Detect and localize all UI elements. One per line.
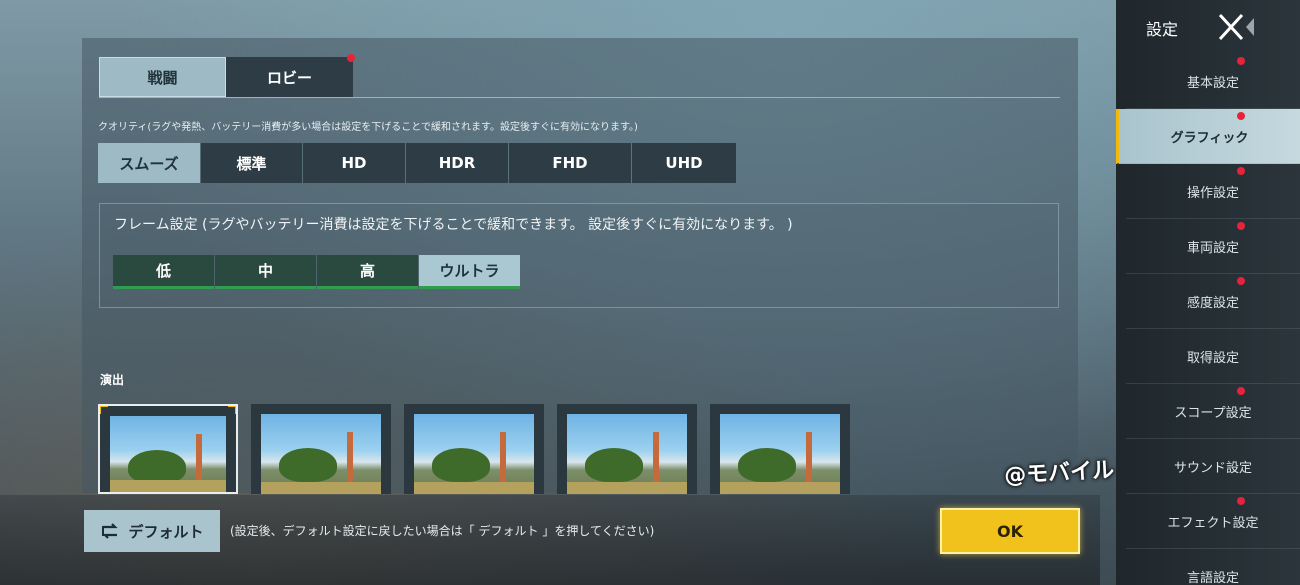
effects-thumbnails <box>98 404 863 494</box>
sidebar-item-label: スコープ設定 <box>1174 405 1252 421</box>
frame-settings: フレーム設定 (ラグやバッテリー消費は設定を下げることで緩和できます。 設定後す… <box>99 203 1059 308</box>
selection-corner <box>100 406 108 414</box>
quality-option-standard[interactable]: 標準 <box>201 143 302 183</box>
tab-lobby[interactable]: ロビー <box>226 54 355 97</box>
selection-corner <box>228 406 236 414</box>
close-icon[interactable] <box>1216 12 1256 42</box>
notification-dot <box>1237 167 1245 175</box>
sidebar-item-label: 操作設定 <box>1186 185 1239 201</box>
scene-preview-image <box>720 414 840 494</box>
sidebar-title: 設定 <box>1146 20 1179 39</box>
notification-dot <box>1237 222 1245 230</box>
quality-option-hd[interactable]: HD <box>303 143 405 183</box>
notification-dot <box>1237 112 1245 120</box>
sidebar-item-label: 基本設定 <box>1186 75 1239 91</box>
sidebar-item-pickup[interactable]: 取得設定 <box>1126 329 1300 384</box>
default-note: (設定後、デフォルト設定に戻したい場合は「 デフォルト 」を押してください) <box>230 524 655 538</box>
effects-label: 演出 <box>100 373 125 387</box>
mode-tabs: 戦闘 ロビー <box>99 54 355 97</box>
notification-dot <box>1237 57 1245 65</box>
default-button-label: デフォルト <box>128 522 204 541</box>
sidebar-item-effects[interactable]: エフェクト設定 <box>1126 494 1300 549</box>
scene-preview-image <box>567 414 687 494</box>
effect-thumbnail-1[interactable] <box>98 404 238 494</box>
notification-dot <box>1237 387 1245 395</box>
frame-option-low[interactable]: 低 <box>113 255 214 289</box>
tab-lobby-label: ロビー <box>266 68 312 87</box>
sidebar-item-label: 取得設定 <box>1186 350 1239 366</box>
quality-options: スムーズ 標準 HD HDR FHD UHD <box>98 143 737 183</box>
quality-note: クオリティ(ラグや発熱、バッテリー消費が多い場合は設定を下げることで緩和されます… <box>98 122 638 133</box>
sidebar-item-label: 感度設定 <box>1186 295 1239 311</box>
sidebar-item-label: サウンド設定 <box>1173 460 1252 476</box>
sidebar-item-sound[interactable]: サウンド設定 <box>1126 439 1300 494</box>
notification-dot <box>347 54 355 62</box>
sidebar-item-label: 車両設定 <box>1186 240 1239 256</box>
notification-dot <box>1237 497 1245 505</box>
sidebar-item-label: エフェクト設定 <box>1167 515 1259 531</box>
effect-thumbnail-2[interactable] <box>251 404 391 494</box>
effect-thumbnail-3[interactable] <box>404 404 544 494</box>
sidebar-item-scope[interactable]: スコープ設定 <box>1126 384 1300 439</box>
effect-thumbnail-5[interactable] <box>710 404 850 494</box>
settings-sidebar: 設定 基本設定 グラフィック 操作設定 車両設定 感度設定 取得設定 スコープ設… <box>1116 0 1300 585</box>
quality-option-smooth[interactable]: スムーズ <box>98 143 200 183</box>
sidebar-item-vehicle[interactable]: 車両設定 <box>1126 219 1300 274</box>
frame-option-high[interactable]: 高 <box>317 255 418 289</box>
scene-preview-image <box>261 414 381 494</box>
sidebar-item-sensitivity[interactable]: 感度設定 <box>1126 274 1300 329</box>
tab-battle[interactable]: 戦闘 <box>99 57 226 97</box>
effect-thumbnail-4[interactable] <box>557 404 697 494</box>
frame-option-medium[interactable]: 中 <box>215 255 316 289</box>
scene-preview-image <box>110 416 226 492</box>
sidebar-item-basic[interactable]: 基本設定 <box>1126 54 1300 109</box>
ok-button[interactable]: OK <box>940 508 1080 554</box>
quality-option-fhd[interactable]: FHD <box>509 143 631 183</box>
graphics-settings-panel: 戦闘 ロビー クオリティ(ラグや発熱、バッテリー消費が多い場合は設定を下げること… <box>82 38 1078 494</box>
tab-battle-label: 戦闘 <box>147 68 178 87</box>
quality-option-uhd[interactable]: UHD <box>632 143 736 183</box>
frame-settings-title: フレーム設定 (ラグやバッテリー消費は設定を下げることで緩和できます。 設定後す… <box>114 217 793 233</box>
default-button[interactable]: デフォルト <box>84 510 220 552</box>
notification-dot <box>1237 277 1245 285</box>
sidebar-item-language[interactable]: 言語設定 <box>1126 549 1300 585</box>
quality-option-hdr[interactable]: HDR <box>406 143 508 183</box>
sidebar-item-graphics[interactable]: グラフィック <box>1116 109 1300 164</box>
sidebar-item-label: 言語設定 <box>1186 570 1239 585</box>
reset-icon <box>102 523 119 539</box>
frame-options: 低 中 高 ウルトラ <box>113 255 521 289</box>
scene-preview-image <box>414 414 534 494</box>
frame-option-ultra[interactable]: ウルトラ <box>419 255 520 289</box>
tab-divider <box>99 97 1060 98</box>
sidebar-item-label: グラフィック <box>1170 130 1249 146</box>
sidebar-item-controls[interactable]: 操作設定 <box>1126 164 1300 219</box>
